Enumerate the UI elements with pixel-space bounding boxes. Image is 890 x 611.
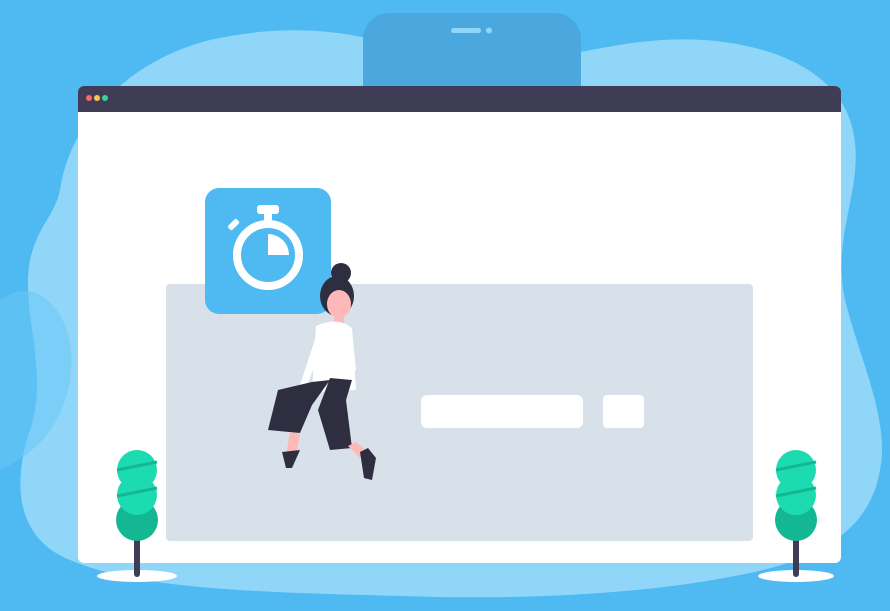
ground-shadow-left: [97, 570, 177, 582]
ground-shadow-right: [758, 570, 834, 582]
timer-tile: [205, 188, 331, 314]
minimize-dot[interactable]: [94, 95, 100, 101]
content-panel: [166, 284, 753, 541]
browser-titlebar: [78, 86, 841, 112]
stopwatch-progress: [268, 234, 289, 255]
search-input[interactable]: [421, 395, 583, 428]
browser-window: [78, 86, 841, 563]
stopwatch-icon: [228, 205, 303, 290]
search-button[interactable]: [603, 395, 644, 428]
close-dot[interactable]: [86, 95, 92, 101]
maximize-dot[interactable]: [102, 95, 108, 101]
